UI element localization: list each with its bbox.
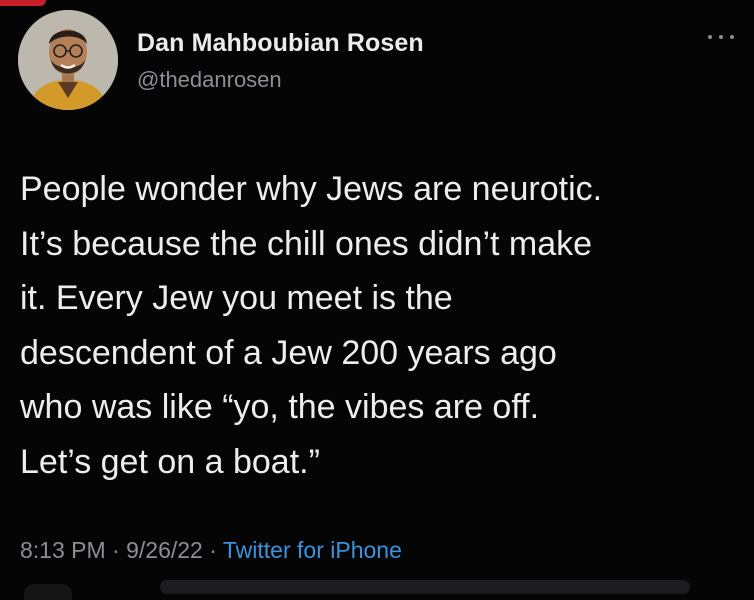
avatar[interactable]	[18, 10, 118, 110]
tweet-date[interactable]: 9/26/22	[126, 537, 203, 563]
bottom-shape	[24, 584, 72, 600]
more-options-icon[interactable]	[708, 32, 734, 42]
tweet-card: Dan Mahboubian Rosen @thedanrosen People…	[0, 0, 754, 600]
bottom-bar	[160, 580, 690, 594]
dot-icon	[730, 35, 734, 39]
meta-separator: ·	[202, 537, 223, 563]
user-handle[interactable]: @thedanrosen	[137, 67, 282, 93]
meta-separator: ·	[105, 537, 127, 563]
display-name[interactable]: Dan Mahboubian Rosen	[137, 29, 424, 58]
tweet-header: Dan Mahboubian Rosen @thedanrosen	[18, 10, 738, 110]
tweet-text-line: it. Every Jew you meet is the	[20, 279, 453, 317]
tweet-text: People wonder why Jews are neurotic. It’…	[20, 162, 736, 489]
dot-icon	[708, 35, 712, 39]
tweet-text-line: Let’s get on a boat.”	[20, 442, 320, 481]
tweet-text-line: It’s because the chill ones didn’t make	[20, 224, 593, 263]
tweet-time[interactable]: 8:13 PM	[20, 537, 106, 563]
tweet-metadata: 8:13 PM · 9/26/22 · Twitter for iPhone	[20, 537, 402, 564]
tweet-text-line: who was like “yo, the vibes are off.	[20, 388, 540, 426]
tweet-text-line: People wonder why Jews are neurotic.	[20, 170, 603, 208]
avatar-photo-icon	[18, 10, 118, 110]
tweet-text-line: descendent of a Jew 200 years ago	[20, 333, 557, 372]
tweet-source-link[interactable]: Twitter for iPhone	[223, 537, 402, 563]
dot-icon	[719, 35, 723, 39]
